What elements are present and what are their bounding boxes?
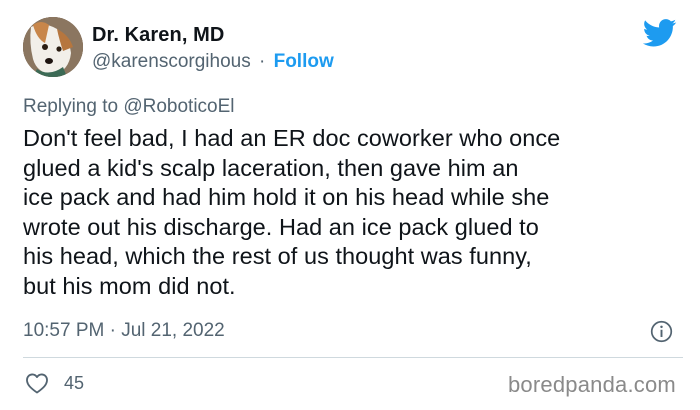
heart-icon[interactable]	[25, 373, 49, 394]
tweet-line: but his mom did not.	[23, 272, 236, 299]
tweet-line: his head, which the rest of us thought w…	[23, 243, 532, 269]
tweet-line: wrote out his discharge. Had an ice pack…	[23, 213, 539, 240]
like-count: 45	[64, 373, 85, 393]
twitter-bird-icon[interactable]	[643, 19, 677, 47]
tweet-text: Don't feel bad, I had an ER doc coworker…	[23, 124, 683, 301]
avatar[interactable]	[23, 17, 83, 77]
divider	[23, 357, 683, 358]
reply-handle-link[interactable]: @RoboticoEl	[123, 96, 234, 117]
tweet-line: glued a kid's scalp laceration, then gav…	[23, 154, 519, 181]
tweet-line: Don't feel bad, I had an ER doc coworker…	[23, 125, 561, 151]
replying-to: Replying to @RoboticoEl	[23, 96, 235, 118]
follow-button[interactable]: Follow	[274, 51, 334, 72]
tweet-timestamp[interactable]: 10:57 PM · Jul 21, 2022	[23, 320, 225, 342]
corgi-avatar-icon	[23, 17, 83, 77]
display-name[interactable]: Dr. Karen, MD	[92, 24, 224, 47]
separator-dot: ·	[258, 51, 266, 72]
tweet-line: ice pack and had him hold it on his head…	[23, 184, 550, 210]
info-icon[interactable]	[650, 320, 673, 343]
source-watermark: boredpanda.com	[508, 372, 676, 397]
tweet-card: Dr. Karen, MD @karenscorgihous · Follow …	[0, 0, 700, 410]
handle-row: @karenscorgihous · Follow	[92, 51, 334, 73]
replying-to-label: Replying to	[23, 96, 124, 117]
user-handle[interactable]: @karenscorgihous	[92, 51, 251, 72]
